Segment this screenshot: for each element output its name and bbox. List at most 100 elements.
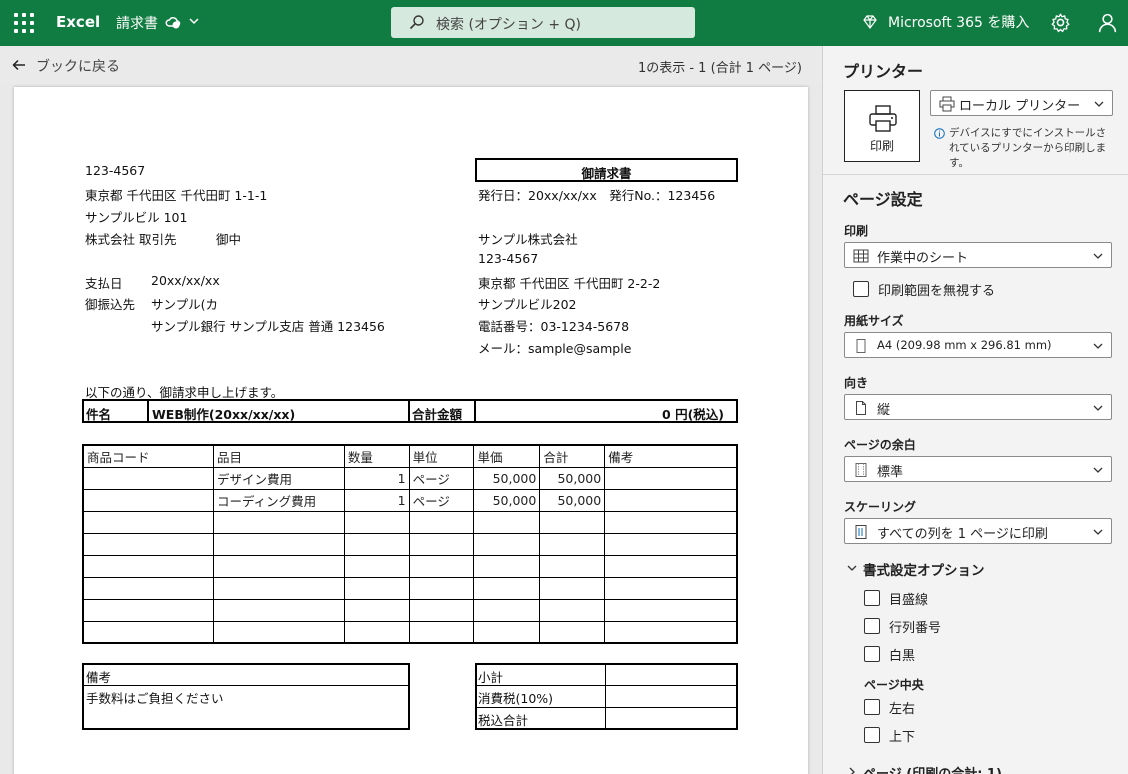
chevron-down-icon — [1093, 405, 1103, 411]
table-cell — [408, 532, 475, 556]
sender-address: 東京都 千代田区 千代田町 2-2-2 — [478, 276, 661, 291]
page-count: 1の表示 - 1 (合計 1 ページ) — [637, 61, 802, 76]
pay-date-label: 支払日 — [85, 276, 123, 291]
table-cell: 50,000 — [539, 488, 606, 512]
summary-divider — [605, 663, 606, 730]
page-setup-heading: ページ設定 — [843, 190, 923, 209]
table-cell — [473, 620, 541, 644]
print-scope-value: 作業中のシート — [877, 251, 969, 266]
user-account-icon[interactable] — [1097, 12, 1118, 33]
table-cell — [539, 598, 606, 622]
total-label: 合計金額 — [412, 407, 463, 422]
table-cell — [604, 532, 738, 556]
summary-divider — [475, 707, 738, 708]
recipient-honorific: 御中 — [216, 232, 242, 247]
table-row — [82, 510, 738, 534]
table-cell: 50,000 — [473, 488, 541, 512]
printer-info: デバイスにすでにインストールされているプリンターから印刷します。 — [934, 126, 1114, 171]
paper-size-value: A4 (209.98 mm x 296.81 mm) — [877, 338, 1052, 352]
table-cell — [473, 598, 541, 622]
chevron-down-icon — [1093, 253, 1103, 259]
chevron-down-icon[interactable] — [188, 15, 200, 27]
print-settings-panel: プリンター 印刷 ローカル プリンター デバイスにすでにインストールされているプ… — [822, 46, 1128, 774]
recipient-zip: 123-4567 — [85, 163, 146, 178]
cloud-sync-icon[interactable] — [165, 14, 181, 30]
document-icon — [856, 401, 866, 415]
subject-divider — [408, 399, 410, 423]
black-white-checkbox[interactable] — [864, 646, 880, 662]
sender-building: サンプルビル202 — [478, 297, 577, 312]
headings-label: 行列番号 — [889, 621, 942, 636]
orientation-value: 縦 — [877, 403, 891, 418]
subtotal-label: 小計 — [478, 670, 504, 685]
table-cell — [539, 576, 606, 600]
table-cell — [604, 598, 738, 622]
table-row: コーディング費用 1 ページ 50,000 50,000 — [82, 488, 738, 512]
table-header: 品目 — [213, 444, 345, 468]
gear-icon[interactable] — [1050, 12, 1071, 33]
table-header: 備考 — [604, 444, 738, 468]
paper-size-select[interactable]: A4 (209.98 mm x 296.81 mm) — [844, 332, 1112, 358]
orientation-select[interactable]: 縦 — [844, 394, 1112, 420]
printer-select[interactable]: ローカル プリンター — [930, 90, 1113, 116]
format-options-heading[interactable]: 書式設定オプション — [863, 559, 985, 579]
print-scope-select[interactable]: 作業中のシート — [844, 242, 1112, 268]
panel-divider — [823, 174, 1128, 175]
table-cell: デザイン費用 — [213, 466, 345, 490]
paper-size-label: 用紙サイズ — [844, 314, 904, 328]
recipient-company: 株式会社 取引先 — [85, 232, 177, 247]
scaling-value: すべての列を 1 ページに印刷 — [877, 527, 1048, 542]
recipient-address: 東京都 千代田区 千代田町 1-1-1 — [85, 188, 268, 203]
table-cell — [604, 488, 738, 512]
table-cell: 50,000 — [473, 466, 541, 490]
app-name[interactable]: Excel — [56, 13, 100, 31]
ignore-print-area-checkbox[interactable] — [853, 281, 869, 297]
table-cell — [408, 598, 475, 622]
sender-mail: メール：sample@sample — [478, 341, 632, 356]
table-header: 合計 — [539, 444, 606, 468]
back-arrow-icon[interactable] — [12, 58, 26, 72]
table-header: 単位 — [408, 444, 475, 468]
center-horizontal-label: 左右 — [889, 702, 916, 717]
pages-section-heading[interactable]: ページ (印刷の合計: 1) — [863, 763, 1002, 774]
table-cell — [539, 532, 606, 556]
chevron-down-icon — [1093, 343, 1103, 349]
recipient-building: サンプルビル 101 — [85, 210, 188, 225]
margin-select[interactable]: 標準 — [844, 456, 1112, 482]
headings-checkbox[interactable] — [864, 618, 880, 634]
print-button-label: 印刷 — [869, 139, 894, 153]
invoice-title-box: 御請求書 — [475, 158, 738, 182]
center-horizontal-checkbox[interactable] — [864, 699, 880, 715]
printer-heading: プリンター — [843, 62, 924, 81]
table-cell — [213, 532, 345, 556]
chevron-right-icon[interactable] — [847, 767, 857, 774]
chevron-down-icon[interactable] — [847, 563, 857, 573]
sender-zip: 123-4567 — [478, 251, 539, 266]
table-cell — [473, 576, 541, 600]
table-cell — [213, 620, 345, 644]
table-row — [82, 554, 738, 578]
bank-detail: サンプル銀行 サンプル支店 普通 123456 — [151, 319, 385, 334]
print-button[interactable]: 印刷 — [844, 90, 920, 162]
pay-date: 20xx/xx/xx — [151, 273, 220, 288]
gridlines-checkbox[interactable] — [864, 590, 880, 606]
chevron-down-icon — [1094, 101, 1104, 107]
sender-company: サンプル株式会社 — [478, 232, 578, 247]
table-row — [82, 532, 738, 556]
table-cell — [539, 620, 606, 644]
scaling-select[interactable]: すべての列を 1 ページに印刷 — [844, 518, 1112, 544]
table-cell — [82, 576, 215, 600]
app-launcher-icon[interactable] — [14, 13, 34, 33]
table-cell — [82, 488, 215, 512]
document-title[interactable]: 請求書 — [116, 13, 158, 33]
back-to-workbook-link[interactable]: ブックに戻る — [36, 56, 120, 76]
search-box[interactable]: 検索 (オプション + Q) — [391, 7, 695, 38]
center-vertical-checkbox[interactable] — [864, 727, 880, 743]
table-cell: コーディング費用 — [213, 488, 345, 512]
table-cell — [408, 554, 475, 578]
table-cell — [539, 510, 606, 534]
table-cell — [213, 576, 345, 600]
table-cell — [82, 598, 215, 622]
chevron-down-icon — [1093, 529, 1103, 535]
table-cell — [343, 598, 410, 622]
